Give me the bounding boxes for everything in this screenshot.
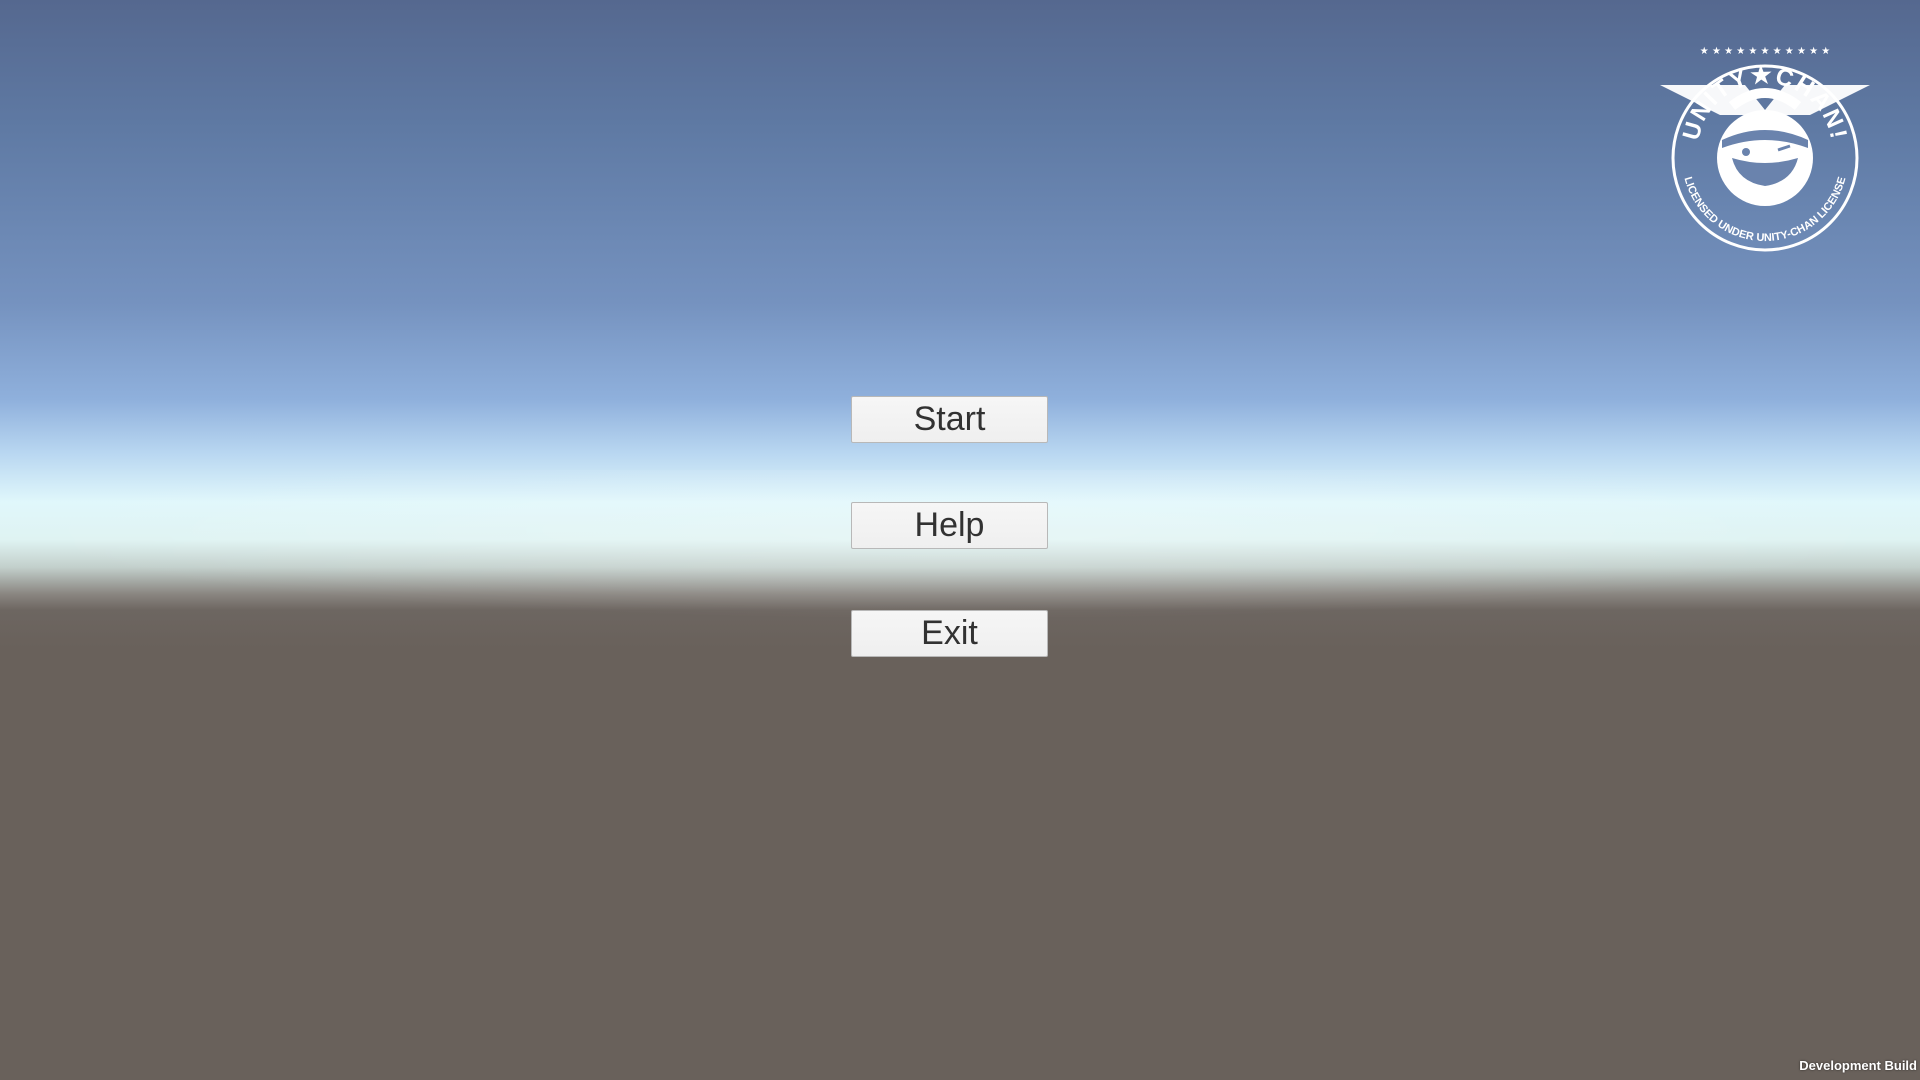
- unity-chan-logo: ★ ★ ★ ★ ★ ★ ★ ★ ★ ★ ★ UNITY★CHAN! LICENS…: [1660, 46, 1870, 252]
- game-scene: Start Help Exit ★ ★ ★ ★ ★ ★ ★ ★ ★ ★ ★ UN…: [0, 0, 1920, 1080]
- help-button[interactable]: Help: [851, 502, 1048, 549]
- start-button[interactable]: Start: [851, 396, 1048, 443]
- svg-text:★ ★ ★ ★ ★ ★ ★ ★ ★ ★ ★: ★ ★ ★ ★ ★ ★ ★ ★ ★ ★ ★: [1700, 46, 1830, 57]
- star-row-icon: ★ ★ ★ ★ ★ ★ ★ ★ ★ ★ ★: [1700, 46, 1830, 57]
- development-build-label: Development Build: [1799, 1058, 1917, 1073]
- exit-button[interactable]: Exit: [851, 610, 1048, 657]
